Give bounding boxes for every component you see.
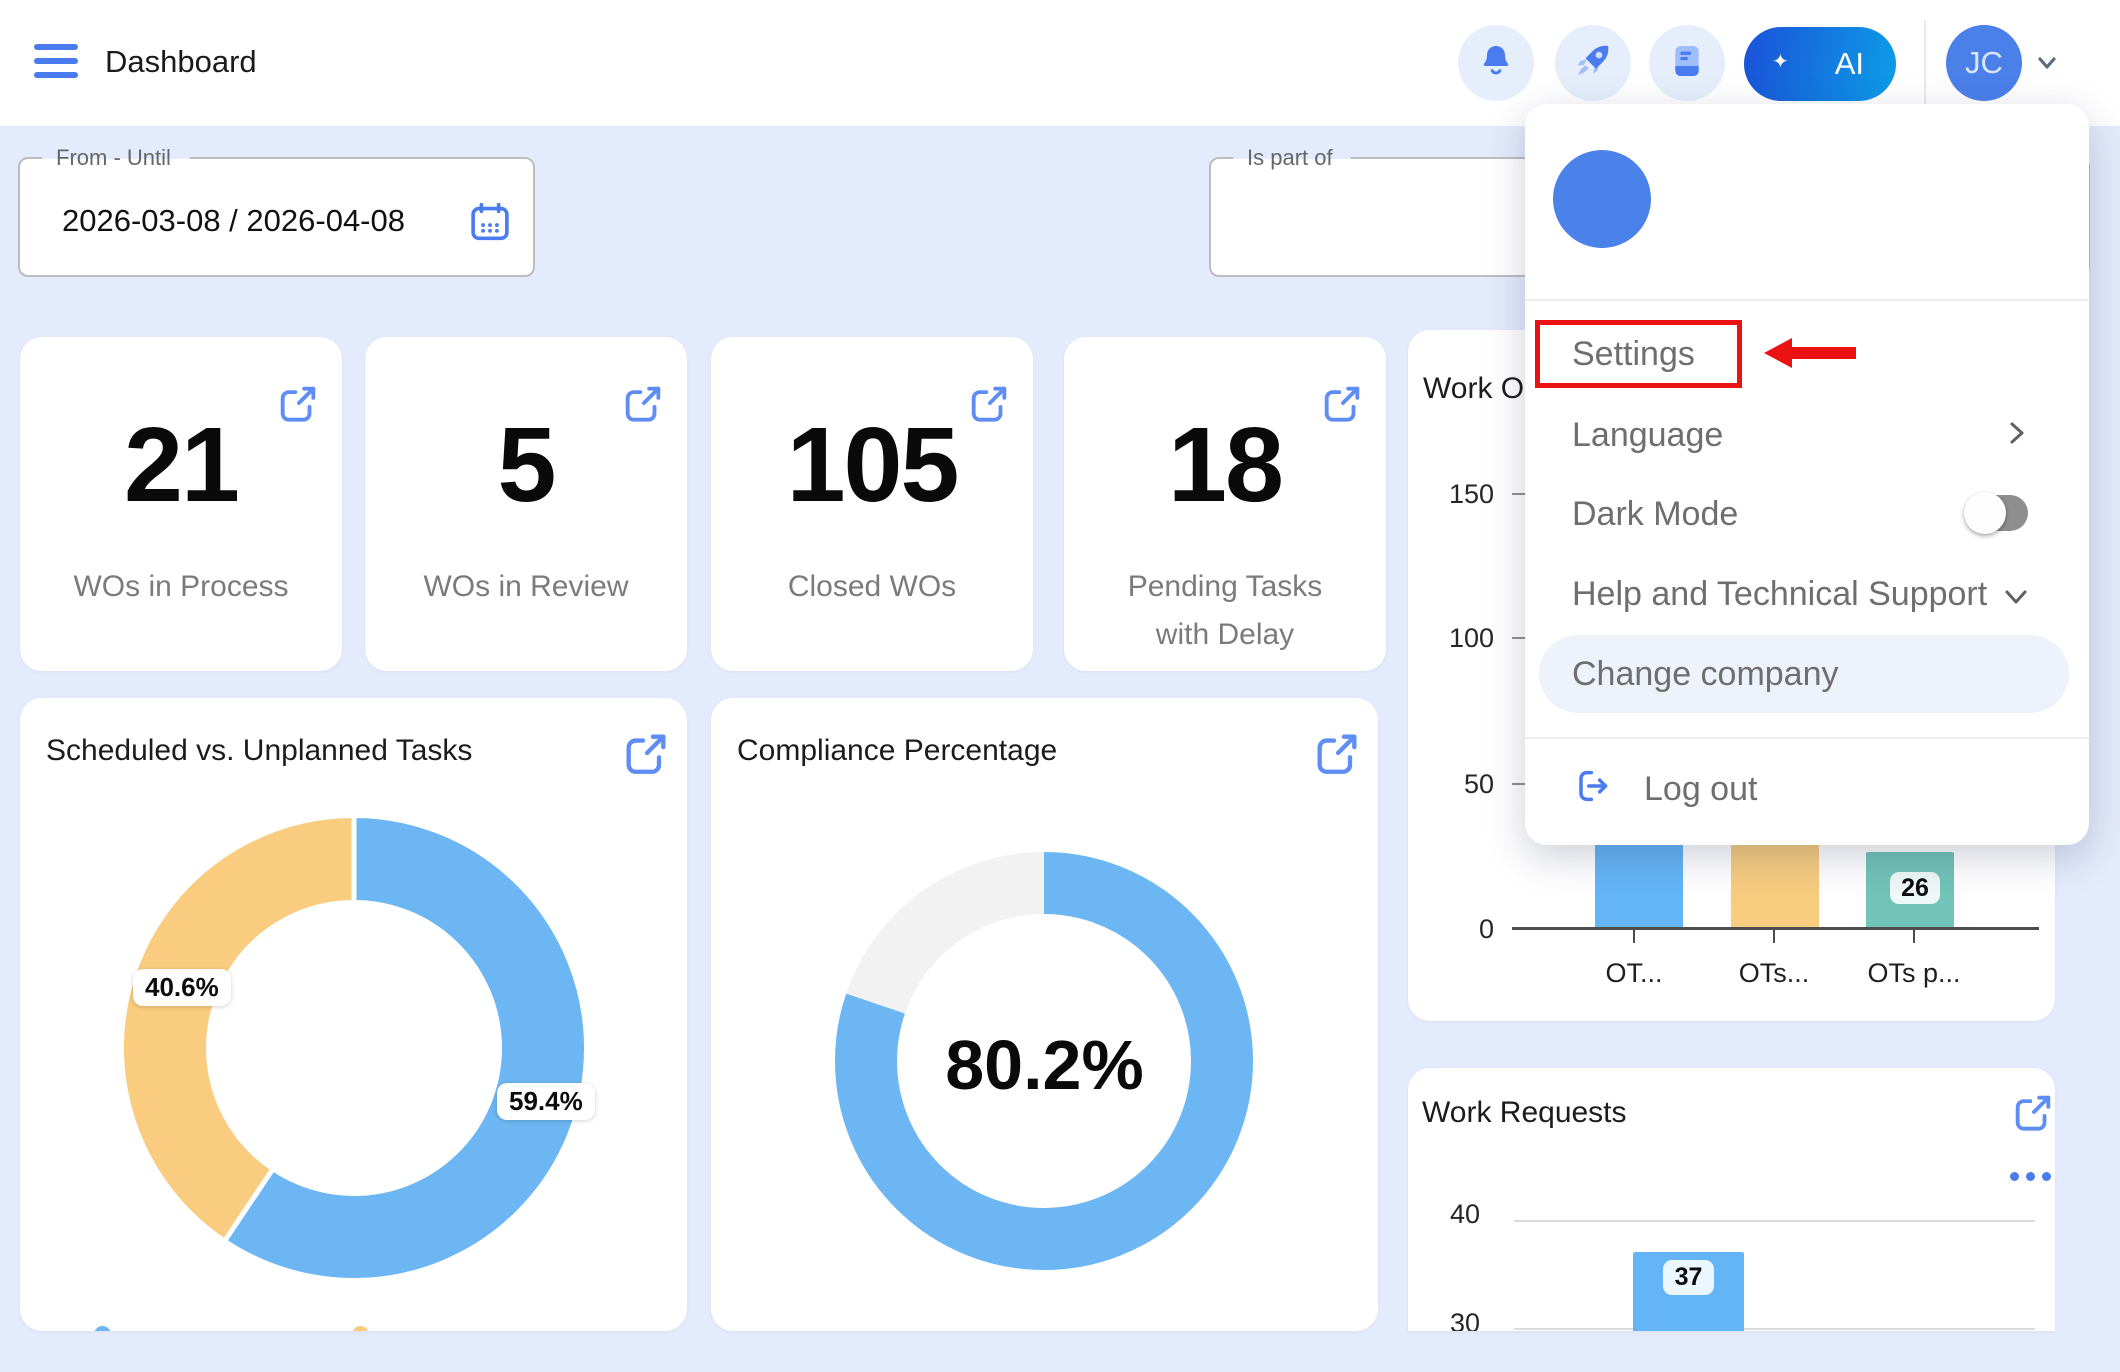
compliance-percentage-card: Compliance Percentage 80.2% <box>711 698 1378 1331</box>
slice-label-unplanned: 40.6% <box>133 969 231 1006</box>
kpi-label: WOs in Process <box>20 563 342 611</box>
chevron-right-icon <box>2003 418 2031 448</box>
chart-title: Work Requests <box>1422 1096 1627 1130</box>
logout-icon <box>1573 766 1613 811</box>
bar-value-label: 37 <box>1663 1260 1714 1295</box>
date-range-label: From - Until <box>48 145 179 171</box>
chevron-down-icon[interactable] <box>2032 50 2062 76</box>
compliance-center-value: 80.2% <box>711 1025 1378 1105</box>
kpi-label: WOs in Review <box>365 563 687 611</box>
avatar-initials: JC <box>1965 45 2003 81</box>
y-tick-150: 150 <box>1434 479 1494 510</box>
bell-icon <box>1476 41 1516 86</box>
work-requests-card: Work Requests 40 30 37 <box>1408 1068 2055 1331</box>
page-title: Dashboard <box>105 44 257 80</box>
kpi-card-pending-tasks: 18 Pending Tasks with Delay <box>1064 337 1386 671</box>
menu-item-language[interactable]: Language <box>1572 416 1723 455</box>
x-category: OTs p... <box>1844 958 1984 989</box>
slice-label-scheduled: 59.4% <box>497 1083 595 1120</box>
gridline-30 <box>1514 1328 2035 1330</box>
kpi-value: 21 <box>20 405 342 526</box>
release-notes-button[interactable] <box>1649 25 1725 101</box>
kpi-label: Pending Tasks with Delay <box>1064 563 1386 659</box>
menu-item-change-company[interactable]: Change company <box>1539 635 2069 713</box>
menu-divider <box>1525 737 2089 739</box>
menu-item-log-out[interactable]: Log out <box>1644 770 1757 809</box>
scheduled-vs-unplanned-card: Scheduled vs. Unplanned Tasks 40.6% 59.4… <box>20 698 687 1331</box>
compliance-donut <box>711 698 1378 1331</box>
chevron-down-icon <box>2000 584 2032 610</box>
kpi-value: 105 <box>711 405 1033 526</box>
kpi-value: 18 <box>1064 405 1386 526</box>
x-category: OT... <box>1564 958 1704 989</box>
change-company-label: Change company <box>1572 655 1839 694</box>
external-link-icon[interactable] <box>2010 1090 2055 1141</box>
menu-item-dark-mode: Dark Mode <box>1572 495 1738 534</box>
date-range-value: 2026-03-08 / 2026-04-08 <box>62 203 405 239</box>
bar-value-label: 26 <box>1890 872 1940 904</box>
x-axis <box>1512 927 2039 930</box>
topbar-divider <box>1924 20 1926 108</box>
chart-options-menu-icon[interactable] <box>2010 1172 2051 1181</box>
menu-user-avatar[interactable] <box>1553 150 1651 248</box>
y-tick-50: 50 <box>1434 769 1494 800</box>
kpi-card-closed-wos: 105 Closed WOs <box>711 337 1033 671</box>
sparkle-icon: ✦ <box>1772 49 1789 74</box>
rocket-icon <box>1572 40 1614 87</box>
scheduled-vs-unplanned-donut <box>20 698 687 1331</box>
y-tick-100: 100 <box>1434 623 1494 654</box>
dark-mode-toggle[interactable] <box>1967 495 2028 531</box>
kpi-card-wos-in-process: 21 WOs in Process <box>20 337 342 671</box>
chart-title: Work Or <box>1423 372 1534 406</box>
whats-new-button[interactable] <box>1555 25 1631 101</box>
hamburger-menu-icon[interactable] <box>34 44 78 82</box>
date-range-field[interactable]: From - Until 2026-03-08 / 2026-04-08 <box>18 157 535 277</box>
toggle-knob <box>1964 492 2006 534</box>
y-tick-30: 30 <box>1430 1308 1480 1331</box>
y-tick-40: 40 <box>1430 1199 1480 1230</box>
kpi-card-wos-in-review: 5 WOs in Review <box>365 337 687 671</box>
ai-button-label: AI <box>1835 46 1864 82</box>
y-tick-0: 0 <box>1434 914 1494 945</box>
x-category: OTs... <box>1704 958 1844 989</box>
kpi-value: 5 <box>365 405 687 526</box>
user-dropdown-menu: Settings Language Dark Mode Help and Tec… <box>1525 104 2089 845</box>
is-part-of-label: Is part of <box>1239 145 1341 171</box>
menu-item-help-support[interactable]: Help and Technical Support <box>1572 575 1987 614</box>
menu-item-settings[interactable]: Settings <box>1535 320 1742 388</box>
notes-icon <box>1667 41 1707 86</box>
ai-assistant-button[interactable]: ✦ AI <box>1744 27 1896 101</box>
red-annotation-arrow <box>1762 336 1858 370</box>
kpi-label: Closed WOs <box>711 563 1033 611</box>
gridline-40 <box>1514 1220 2035 1222</box>
menu-divider <box>1525 299 2089 301</box>
settings-label: Settings <box>1572 335 1695 374</box>
notifications-button[interactable] <box>1458 25 1534 101</box>
user-avatar[interactable]: JC <box>1946 25 2022 101</box>
calendar-icon[interactable] <box>467 199 513 245</box>
